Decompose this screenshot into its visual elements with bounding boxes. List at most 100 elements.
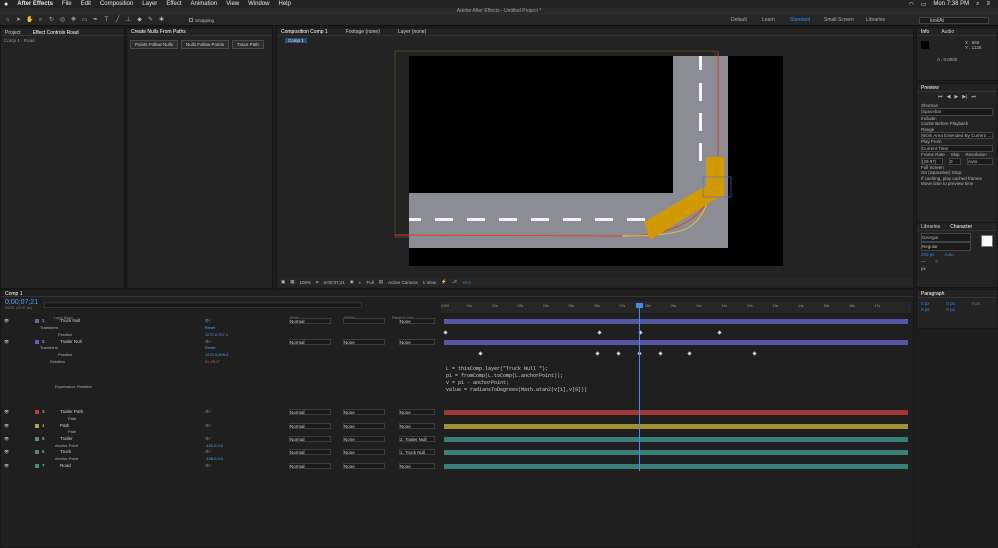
first-frame-icon[interactable]: ⏮ (938, 94, 943, 100)
property-row[interactable]: Path (0, 429, 440, 435)
type-tool-icon[interactable]: T (103, 17, 110, 24)
layer-name[interactable]: Path (60, 423, 69, 428)
label-color-swatch[interactable] (35, 319, 39, 323)
keyframe-marker[interactable] (658, 351, 663, 356)
visibility-eye-icon[interactable]: 👁 (4, 436, 9, 441)
app-menu[interactable]: After Effects (17, 1, 53, 7)
trkmat-dropdown[interactable] (343, 318, 385, 324)
keyframe-marker[interactable] (597, 330, 602, 335)
camera-tool-icon[interactable]: ◎ (59, 17, 66, 24)
quality-dropdown[interactable]: Full (367, 280, 374, 285)
trkmat-dropdown[interactable]: None (343, 409, 385, 415)
views-dropdown[interactable]: 1 View (423, 280, 436, 285)
playhead[interactable] (639, 303, 640, 471)
workspace-libraries[interactable]: Libraries (866, 17, 885, 23)
tab-effect-controls[interactable]: Effect Controls Road (29, 29, 83, 36)
layer-duration-bar[interactable] (444, 464, 908, 469)
play-icon[interactable]: ▶ (954, 94, 958, 100)
indent-left[interactable]: 0 px (921, 301, 942, 306)
time-ruler[interactable]: 0;00f 01s 02s 03s 04s 05s 06s 07s 08s 09s 10s 11s 12… (441, 301, 911, 313)
layer-switches[interactable]: ⚙ ⁄ (205, 436, 211, 442)
skip-dropdown[interactable]: 0 (949, 157, 961, 166)
play-from-dropdown[interactable]: Current Time (921, 144, 993, 153)
layer-name[interactable]: Trailer (60, 436, 73, 441)
mode-dropdown[interactable]: Normal (289, 449, 331, 455)
pen-tool-icon[interactable]: ✒ (92, 17, 99, 24)
visibility-eye-icon[interactable]: 👁 (4, 449, 9, 454)
next-frame-icon[interactable]: ▶| (962, 94, 967, 100)
property-row[interactable]: Position 1172.0,707.1 (0, 332, 440, 338)
visibility-eye-icon[interactable]: 👁 (4, 463, 9, 468)
stroke-unit[interactable]: px (921, 265, 993, 272)
timeline-search-input[interactable] (44, 302, 362, 308)
tab-layer[interactable]: Layer (none) (394, 28, 430, 35)
property-row[interactable]: Path (0, 416, 440, 422)
indent-right[interactable]: 0 px (972, 301, 993, 306)
workspace-small-screen[interactable]: Small Screen (824, 17, 854, 23)
keyframe-marker[interactable] (687, 351, 692, 356)
layer-switches[interactable]: ⚙ ⁄ (205, 449, 211, 455)
label-color-swatch[interactable] (35, 464, 39, 468)
region-of-interest-icon[interactable]: ▣ (281, 279, 285, 285)
property-row[interactable]: Transform Reset (0, 345, 440, 351)
mode-dropdown[interactable]: Normal (289, 318, 331, 324)
layer-duration-bar[interactable] (444, 450, 908, 455)
flowchart-icon[interactable]: ⎇ (452, 279, 457, 285)
workspace-learn[interactable]: Learn (762, 17, 775, 23)
property-row[interactable]: Expression: Rotation (0, 384, 440, 390)
roto-tool-icon[interactable]: ✎ (147, 17, 154, 24)
label-color-swatch[interactable] (35, 340, 39, 344)
trkmat-dropdown[interactable]: None (343, 463, 385, 469)
layer-name[interactable]: Trailer Path (60, 409, 83, 414)
move-time-checkbox[interactable]: Move time to preview time (921, 181, 993, 186)
tab-timeline-comp[interactable]: Comp 1 (1, 290, 913, 297)
layer-name[interactable]: Truck (60, 449, 71, 454)
snapshot-icon[interactable]: ◉ (350, 279, 354, 285)
points-follow-nulls-button[interactable]: Points Follow Nulls (130, 40, 179, 49)
hand-tool-icon[interactable]: ✋ (26, 17, 33, 24)
font-family-dropdown[interactable]: Georgia (921, 233, 971, 242)
label-color-swatch[interactable] (35, 424, 39, 428)
menu-list-icon[interactable]: ≡ (986, 1, 990, 8)
kerning-value[interactable]: — (921, 258, 926, 265)
layer-duration-bar[interactable] (444, 410, 908, 415)
layer-row[interactable]: 👁 5 Trailer ⚙ ⁄ Normal None 2. Trailer Null (0, 436, 440, 442)
visibility-eye-icon[interactable]: 👁 (4, 423, 9, 428)
property-row[interactable]: Rotation 0x-25.1° (0, 359, 440, 365)
shortcut-dropdown[interactable]: Spacebar (921, 108, 993, 116)
search-icon[interactable]: ⌕ (976, 1, 979, 8)
visibility-eye-icon[interactable]: 👁 (4, 409, 9, 414)
indent-first[interactable]: 0 px (946, 301, 967, 306)
font-style-dropdown[interactable]: Regular (921, 242, 971, 251)
comp-chip[interactable]: Comp 1 (285, 38, 307, 43)
clone-tool-icon[interactable]: ⊥ (125, 17, 132, 24)
property-value[interactable]: 0x-25.1° (205, 359, 220, 364)
visibility-eye-icon[interactable]: 👁 (4, 318, 9, 323)
property-value[interactable]: 1272.0,878.6 (205, 352, 228, 357)
layer-name[interactable]: Truck Null (60, 318, 80, 323)
parent-dropdown[interactable]: None (399, 463, 435, 469)
menu-edit[interactable]: Edit (81, 1, 91, 7)
trace-path-button[interactable]: Trace Path (232, 40, 264, 49)
space-after[interactable]: 0 px (946, 307, 967, 312)
puppet-tool-icon[interactable]: ✱ (158, 17, 165, 24)
home-icon[interactable]: ⌂ (4, 17, 11, 24)
layer-switches[interactable]: ⚙ ⁄ (205, 318, 211, 324)
property-value[interactable]: Reset (205, 345, 215, 350)
menu-composition[interactable]: Composition (100, 1, 133, 7)
parent-dropdown[interactable]: None (399, 318, 435, 324)
viewer-timecode[interactable]: 0;00;07;21 (324, 280, 345, 285)
space-before[interactable]: 0 px (921, 307, 942, 312)
color-channel-icon[interactable]: ◐ (359, 280, 362, 285)
zoom-dropdown[interactable]: 100% (300, 280, 312, 285)
visibility-eye-icon[interactable]: 👁 (4, 339, 9, 344)
playhead-handle[interactable] (636, 303, 643, 308)
clock[interactable]: Mon 7:38 PM (933, 1, 969, 8)
snapping-toggle[interactable]: Snapping (189, 18, 214, 23)
menu-help[interactable]: Help (278, 1, 290, 7)
fill-color-swatch[interactable] (981, 235, 993, 247)
comp-canvas[interactable] (392, 50, 787, 269)
keyframe-marker[interactable] (443, 330, 448, 335)
workspace-standard[interactable]: Standard (790, 17, 810, 23)
layer-row[interactable]: 👁 6 Truck ⚙ ⁄ Normal None 1. Truck Null (0, 449, 440, 455)
